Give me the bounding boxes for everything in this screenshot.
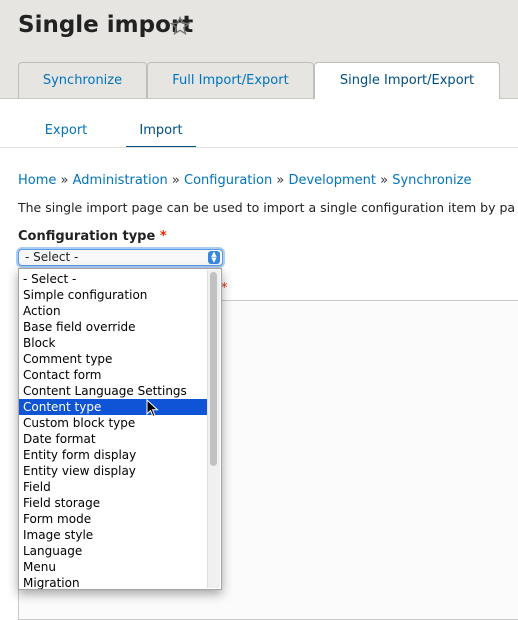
subtab-import[interactable]: Import bbox=[126, 118, 196, 148]
option-selected[interactable]: Content type bbox=[19, 399, 207, 415]
select-value: - Select - bbox=[25, 250, 79, 264]
option[interactable]: Contact form bbox=[19, 367, 207, 383]
breadcrumb-administration[interactable]: Administration bbox=[73, 173, 168, 188]
option[interactable]: Field storage bbox=[19, 495, 207, 511]
config-type-dropdown: - Select - Simple configuration Action B… bbox=[18, 268, 222, 590]
config-type-label-text: Configuration type bbox=[18, 229, 156, 244]
page-title: Single import bbox=[18, 12, 194, 38]
page-header: Single import Synchronize Full Import/Ex… bbox=[0, 0, 518, 99]
breadcrumb-configuration[interactable]: Configuration bbox=[184, 173, 272, 188]
option[interactable]: Custom block type bbox=[19, 415, 207, 431]
option[interactable]: Simple configuration bbox=[19, 287, 207, 303]
option[interactable]: Content Language Settings bbox=[19, 383, 207, 399]
option[interactable]: Entity view display bbox=[19, 463, 207, 479]
breadcrumb-separator: » bbox=[380, 173, 389, 188]
option[interactable]: Date format bbox=[19, 431, 207, 447]
option[interactable]: Migration bbox=[19, 575, 207, 589]
option[interactable]: Field bbox=[19, 479, 207, 495]
option[interactable]: - Select - bbox=[19, 271, 207, 287]
breadcrumb-synchronize[interactable]: Synchronize bbox=[392, 173, 471, 188]
divider bbox=[0, 147, 518, 148]
tab-synchronize[interactable]: Synchronize bbox=[18, 62, 147, 98]
option[interactable]: Entity form display bbox=[19, 447, 207, 463]
option[interactable]: Form mode bbox=[19, 511, 207, 527]
mouse-cursor-icon bbox=[146, 399, 159, 418]
page-description: The single import page can be used to im… bbox=[18, 200, 516, 215]
config-type-label: Configuration type * bbox=[18, 229, 167, 244]
dropdown-scrollbar[interactable] bbox=[207, 270, 220, 588]
breadcrumb-separator: » bbox=[60, 173, 69, 188]
config-type-select[interactable]: - Select - ▲ ▼ bbox=[18, 249, 223, 266]
scrollbar-thumb[interactable] bbox=[210, 272, 217, 466]
star-icon[interactable] bbox=[170, 16, 190, 36]
breadcrumb-home[interactable]: Home bbox=[18, 173, 56, 188]
required-marker: * bbox=[159, 229, 167, 244]
option[interactable]: Block bbox=[19, 335, 207, 351]
option[interactable]: Language bbox=[19, 543, 207, 559]
option[interactable]: Action bbox=[19, 303, 207, 319]
option[interactable]: Menu bbox=[19, 559, 207, 575]
option[interactable]: Comment type bbox=[19, 351, 207, 367]
tab-full-import-export[interactable]: Full Import/Export bbox=[147, 62, 314, 98]
select-arrows-icon: ▲ ▼ bbox=[208, 251, 220, 264]
breadcrumb-development[interactable]: Development bbox=[288, 173, 376, 188]
option[interactable]: Image style bbox=[19, 527, 207, 543]
breadcrumb: Home » Administration » Configuration » … bbox=[18, 173, 471, 188]
subtab-export[interactable]: Export bbox=[44, 118, 88, 146]
breadcrumb-separator: » bbox=[171, 173, 180, 188]
tab-single-import-export[interactable]: Single Import/Export bbox=[314, 62, 500, 99]
option[interactable]: Base field override bbox=[19, 319, 207, 335]
breadcrumb-separator: » bbox=[276, 173, 285, 188]
